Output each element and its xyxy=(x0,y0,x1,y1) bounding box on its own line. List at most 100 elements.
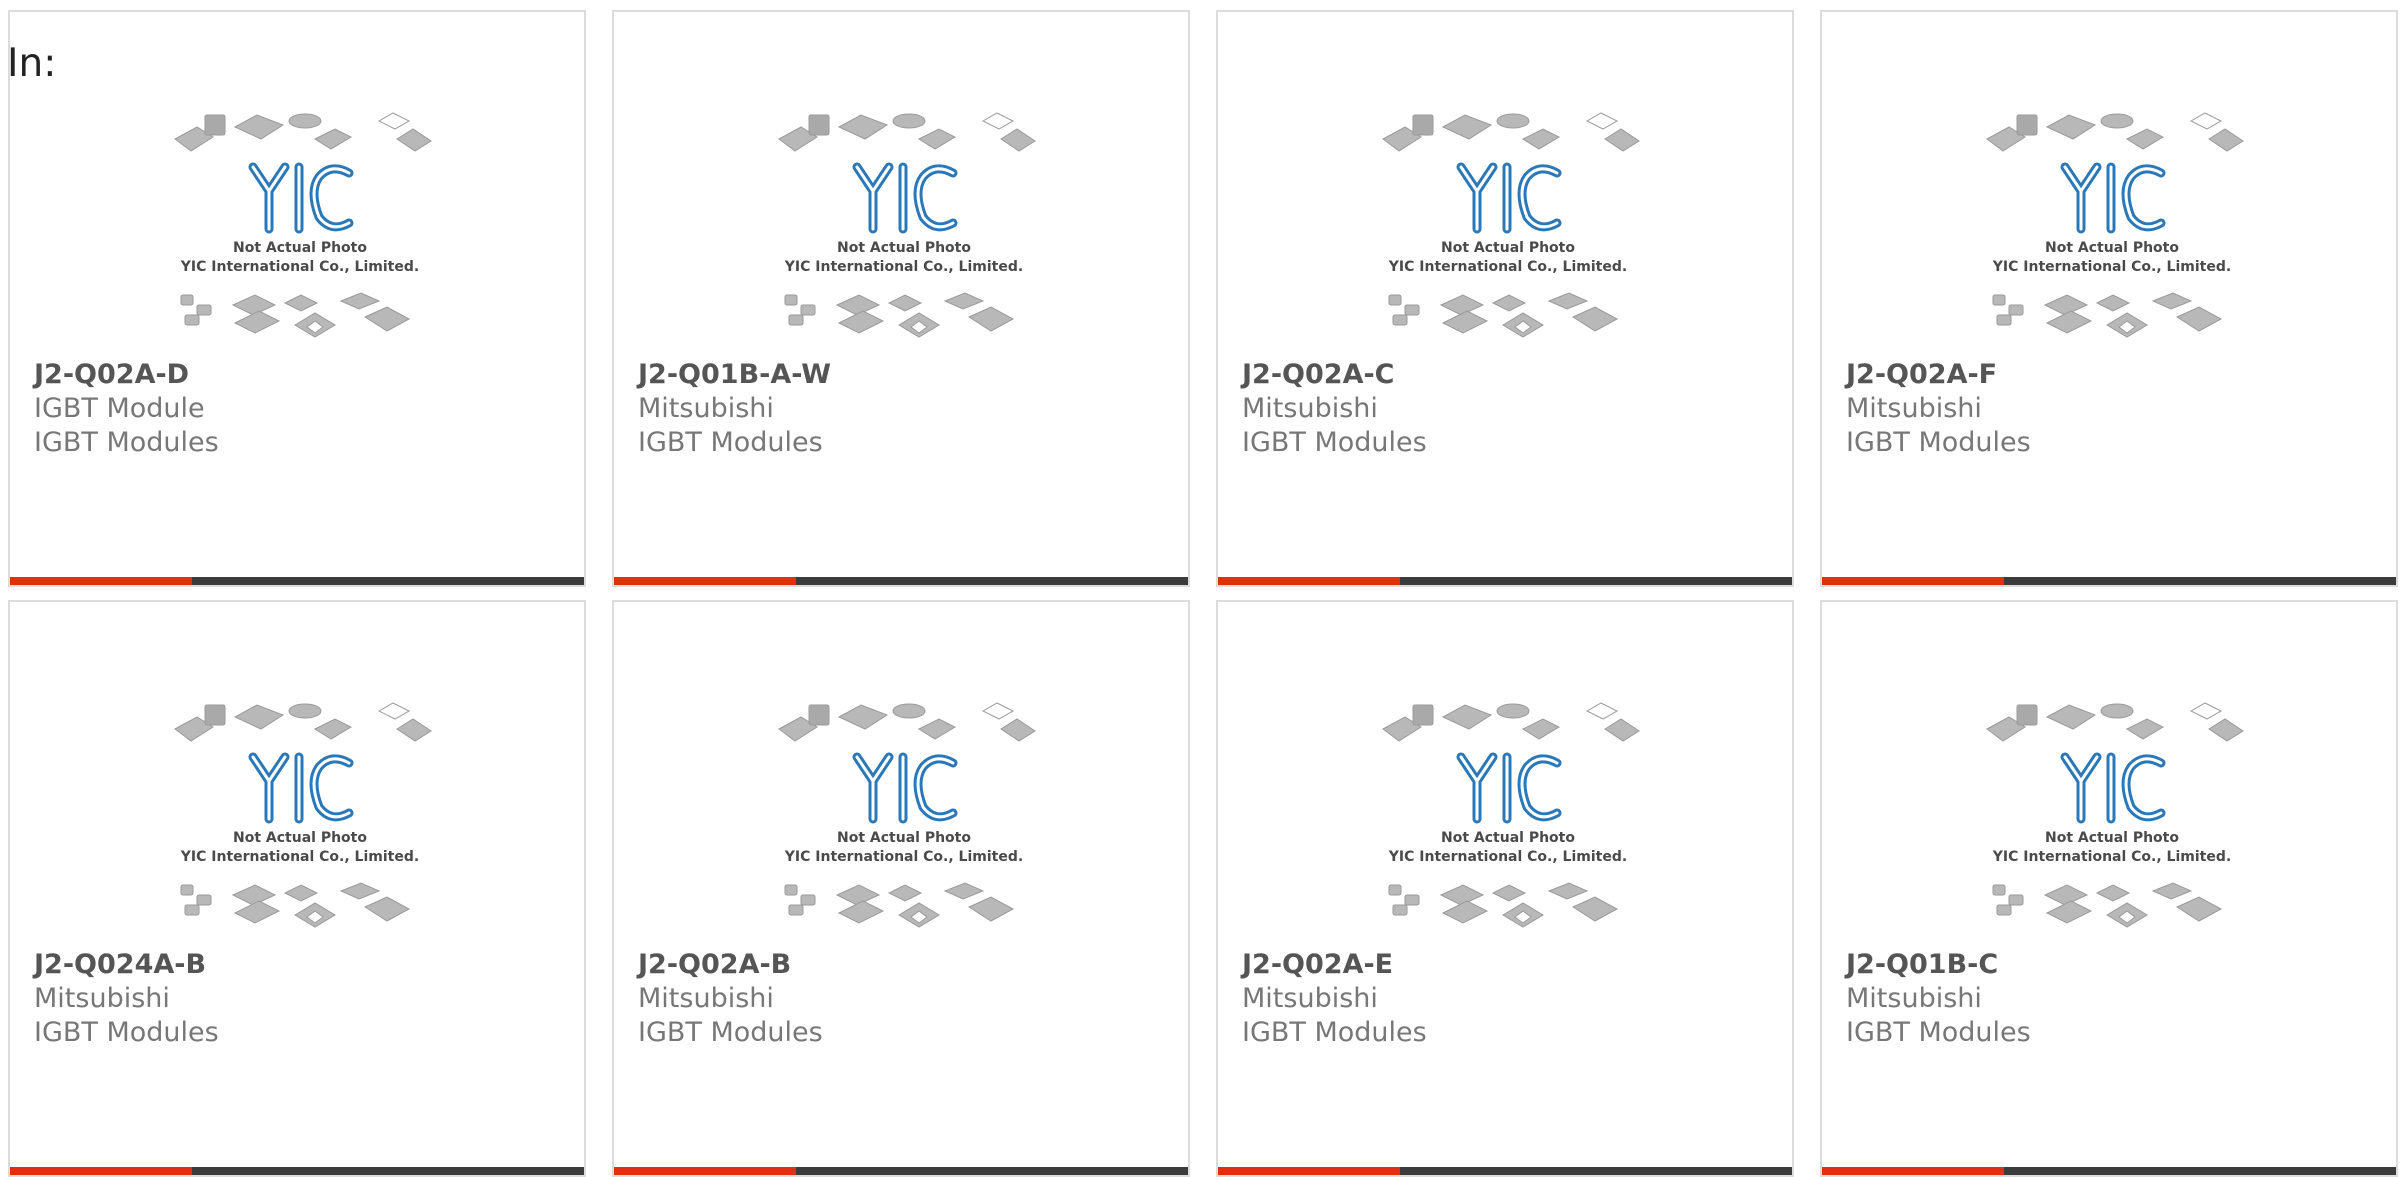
not-actual-photo-text: Not Actual Photo xyxy=(233,830,367,846)
card-bottom-bar xyxy=(1822,1167,2396,1175)
chip-icons-top xyxy=(174,702,432,742)
card-bottom-bar xyxy=(10,1167,584,1175)
card-bottom-bar xyxy=(614,577,1188,585)
manufacturer: IGBT Module xyxy=(34,393,205,424)
company-name-text: YIC International Co., Limited. xyxy=(1388,849,1627,865)
card-accent-bar xyxy=(1218,1167,1400,1175)
yic-logo xyxy=(248,162,354,234)
category: IGBT Modules xyxy=(1242,1017,1427,1048)
card-bottom-bar xyxy=(1822,577,2396,585)
manufacturer: Mitsubishi xyxy=(1242,983,1378,1014)
chip-icons-bottom xyxy=(1992,292,2223,338)
product-info: J2-Q02A-D IGBT Module IGBT Modules xyxy=(34,358,574,460)
not-actual-photo-text: Not Actual Photo xyxy=(837,240,971,256)
yic-logo xyxy=(1456,162,1562,234)
not-actual-photo-text: Not Actual Photo xyxy=(2045,240,2179,256)
company-name-text: YIC International Co., Limited. xyxy=(180,849,419,865)
chip-icons-bottom xyxy=(1388,292,1619,338)
chip-icons-top xyxy=(1986,702,2244,742)
product-card[interactable]: Not Actual Photo YIC International Co., L… xyxy=(1820,600,2398,1177)
product-info: J2-Q02A-E Mitsubishi IGBT Modules xyxy=(1242,948,1782,1050)
category: IGBT Modules xyxy=(638,1017,823,1048)
part-number[interactable]: J2-Q02A-B xyxy=(638,948,1178,982)
part-number[interactable]: J2-Q02A-E xyxy=(1242,948,1782,982)
product-card[interactable]: Not Actual Photo YIC International Co., L… xyxy=(612,10,1190,587)
card-accent-bar xyxy=(10,577,192,585)
company-name-text: YIC International Co., Limited. xyxy=(784,849,1023,865)
category: IGBT Modules xyxy=(638,427,823,458)
card-accent-bar xyxy=(10,1167,192,1175)
manufacturer: Mitsubishi xyxy=(1846,393,1982,424)
product-card[interactable]: Not Actual Photo YIC International Co., L… xyxy=(1216,10,1794,587)
yic-logo xyxy=(2060,752,2166,824)
card-bottom-bar xyxy=(10,577,584,585)
card-accent-bar xyxy=(1822,1167,2004,1175)
part-number[interactable]: J2-Q02A-D xyxy=(34,358,574,392)
card-bottom-bar xyxy=(1218,577,1792,585)
chip-icons-top xyxy=(1382,112,1640,152)
chip-icons-top xyxy=(174,112,432,152)
placeholder-image: Not Actual Photo YIC International Co., L… xyxy=(1382,112,1640,338)
part-number[interactable]: J2-Q01B-A-W xyxy=(638,358,1178,392)
category: IGBT Modules xyxy=(1846,427,2031,458)
part-number[interactable]: J2-Q02A-C xyxy=(1242,358,1782,392)
category: IGBT Modules xyxy=(1242,427,1427,458)
chip-icons-bottom xyxy=(784,882,1015,928)
chip-icons-bottom xyxy=(784,292,1015,338)
chip-icons-bottom xyxy=(1388,882,1619,928)
product-card[interactable]: Not Actual Photo YIC International Co., L… xyxy=(8,10,586,587)
placeholder-image: Not Actual Photo YIC International Co., L… xyxy=(778,702,1036,928)
chip-icons-top xyxy=(1986,112,2244,152)
card-accent-bar xyxy=(1218,577,1400,585)
not-actual-photo-text: Not Actual Photo xyxy=(837,830,971,846)
yic-logo xyxy=(852,752,958,824)
category: IGBT Modules xyxy=(34,427,219,458)
product-info: J2-Q02A-B Mitsubishi IGBT Modules xyxy=(638,948,1178,1050)
category: IGBT Modules xyxy=(34,1017,219,1048)
chip-icons-top xyxy=(778,702,1036,742)
company-name-text: YIC International Co., Limited. xyxy=(1992,259,2231,275)
chip-icons-bottom xyxy=(180,292,411,338)
placeholder-image: Not Actual Photo YIC International Co., L… xyxy=(1382,702,1640,928)
chip-icons-bottom xyxy=(1992,882,2223,928)
in-label: In: xyxy=(7,41,57,86)
product-card[interactable]: Not Actual Photo YIC International Co., L… xyxy=(8,600,586,1177)
not-actual-photo-text: Not Actual Photo xyxy=(233,240,367,256)
card-bottom-bar xyxy=(614,1167,1188,1175)
placeholder-image: Not Actual Photo YIC International Co., L… xyxy=(778,112,1036,338)
product-info: J2-Q01B-A-W Mitsubishi IGBT Modules xyxy=(638,358,1178,460)
card-accent-bar xyxy=(614,1167,796,1175)
yic-logo xyxy=(248,752,354,824)
placeholder-image: Not Actual Photo YIC International Co., L… xyxy=(1986,702,2244,928)
manufacturer: Mitsubishi xyxy=(638,393,774,424)
company-name-text: YIC International Co., Limited. xyxy=(784,259,1023,275)
card-accent-bar xyxy=(1822,577,2004,585)
chip-icons-bottom xyxy=(180,882,411,928)
chip-icons-top xyxy=(1382,702,1640,742)
placeholder-image: Not Actual Photo YIC International Co., L… xyxy=(174,702,432,928)
placeholder-image: Not Actual Photo YIC International Co., L… xyxy=(174,112,432,338)
not-actual-photo-text: Not Actual Photo xyxy=(1441,830,1575,846)
yic-logo xyxy=(852,162,958,234)
part-number[interactable]: J2-Q024A-B xyxy=(34,948,574,982)
product-info: J2-Q02A-F Mitsubishi IGBT Modules xyxy=(1846,358,2386,460)
company-name-text: YIC International Co., Limited. xyxy=(1992,849,2231,865)
product-card[interactable]: Not Actual Photo YIC International Co., L… xyxy=(612,600,1190,1177)
placeholder-image: Not Actual Photo YIC International Co., L… xyxy=(1986,112,2244,338)
yic-logo xyxy=(1456,752,1562,824)
not-actual-photo-text: Not Actual Photo xyxy=(1441,240,1575,256)
product-info: J2-Q02A-C Mitsubishi IGBT Modules xyxy=(1242,358,1782,460)
not-actual-photo-text: Not Actual Photo xyxy=(2045,830,2179,846)
manufacturer: Mitsubishi xyxy=(638,983,774,1014)
product-card[interactable]: Not Actual Photo YIC International Co., L… xyxy=(1216,600,1794,1177)
product-info: J2-Q01B-C Mitsubishi IGBT Modules xyxy=(1846,948,2386,1050)
manufacturer: Mitsubishi xyxy=(34,983,170,1014)
manufacturer: Mitsubishi xyxy=(1242,393,1378,424)
company-name-text: YIC International Co., Limited. xyxy=(1388,259,1627,275)
category: IGBT Modules xyxy=(1846,1017,2031,1048)
company-name-text: YIC International Co., Limited. xyxy=(180,259,419,275)
product-card[interactable]: Not Actual Photo YIC International Co., L… xyxy=(1820,10,2398,587)
card-accent-bar xyxy=(614,577,796,585)
part-number[interactable]: J2-Q01B-C xyxy=(1846,948,2386,982)
part-number[interactable]: J2-Q02A-F xyxy=(1846,358,2386,392)
